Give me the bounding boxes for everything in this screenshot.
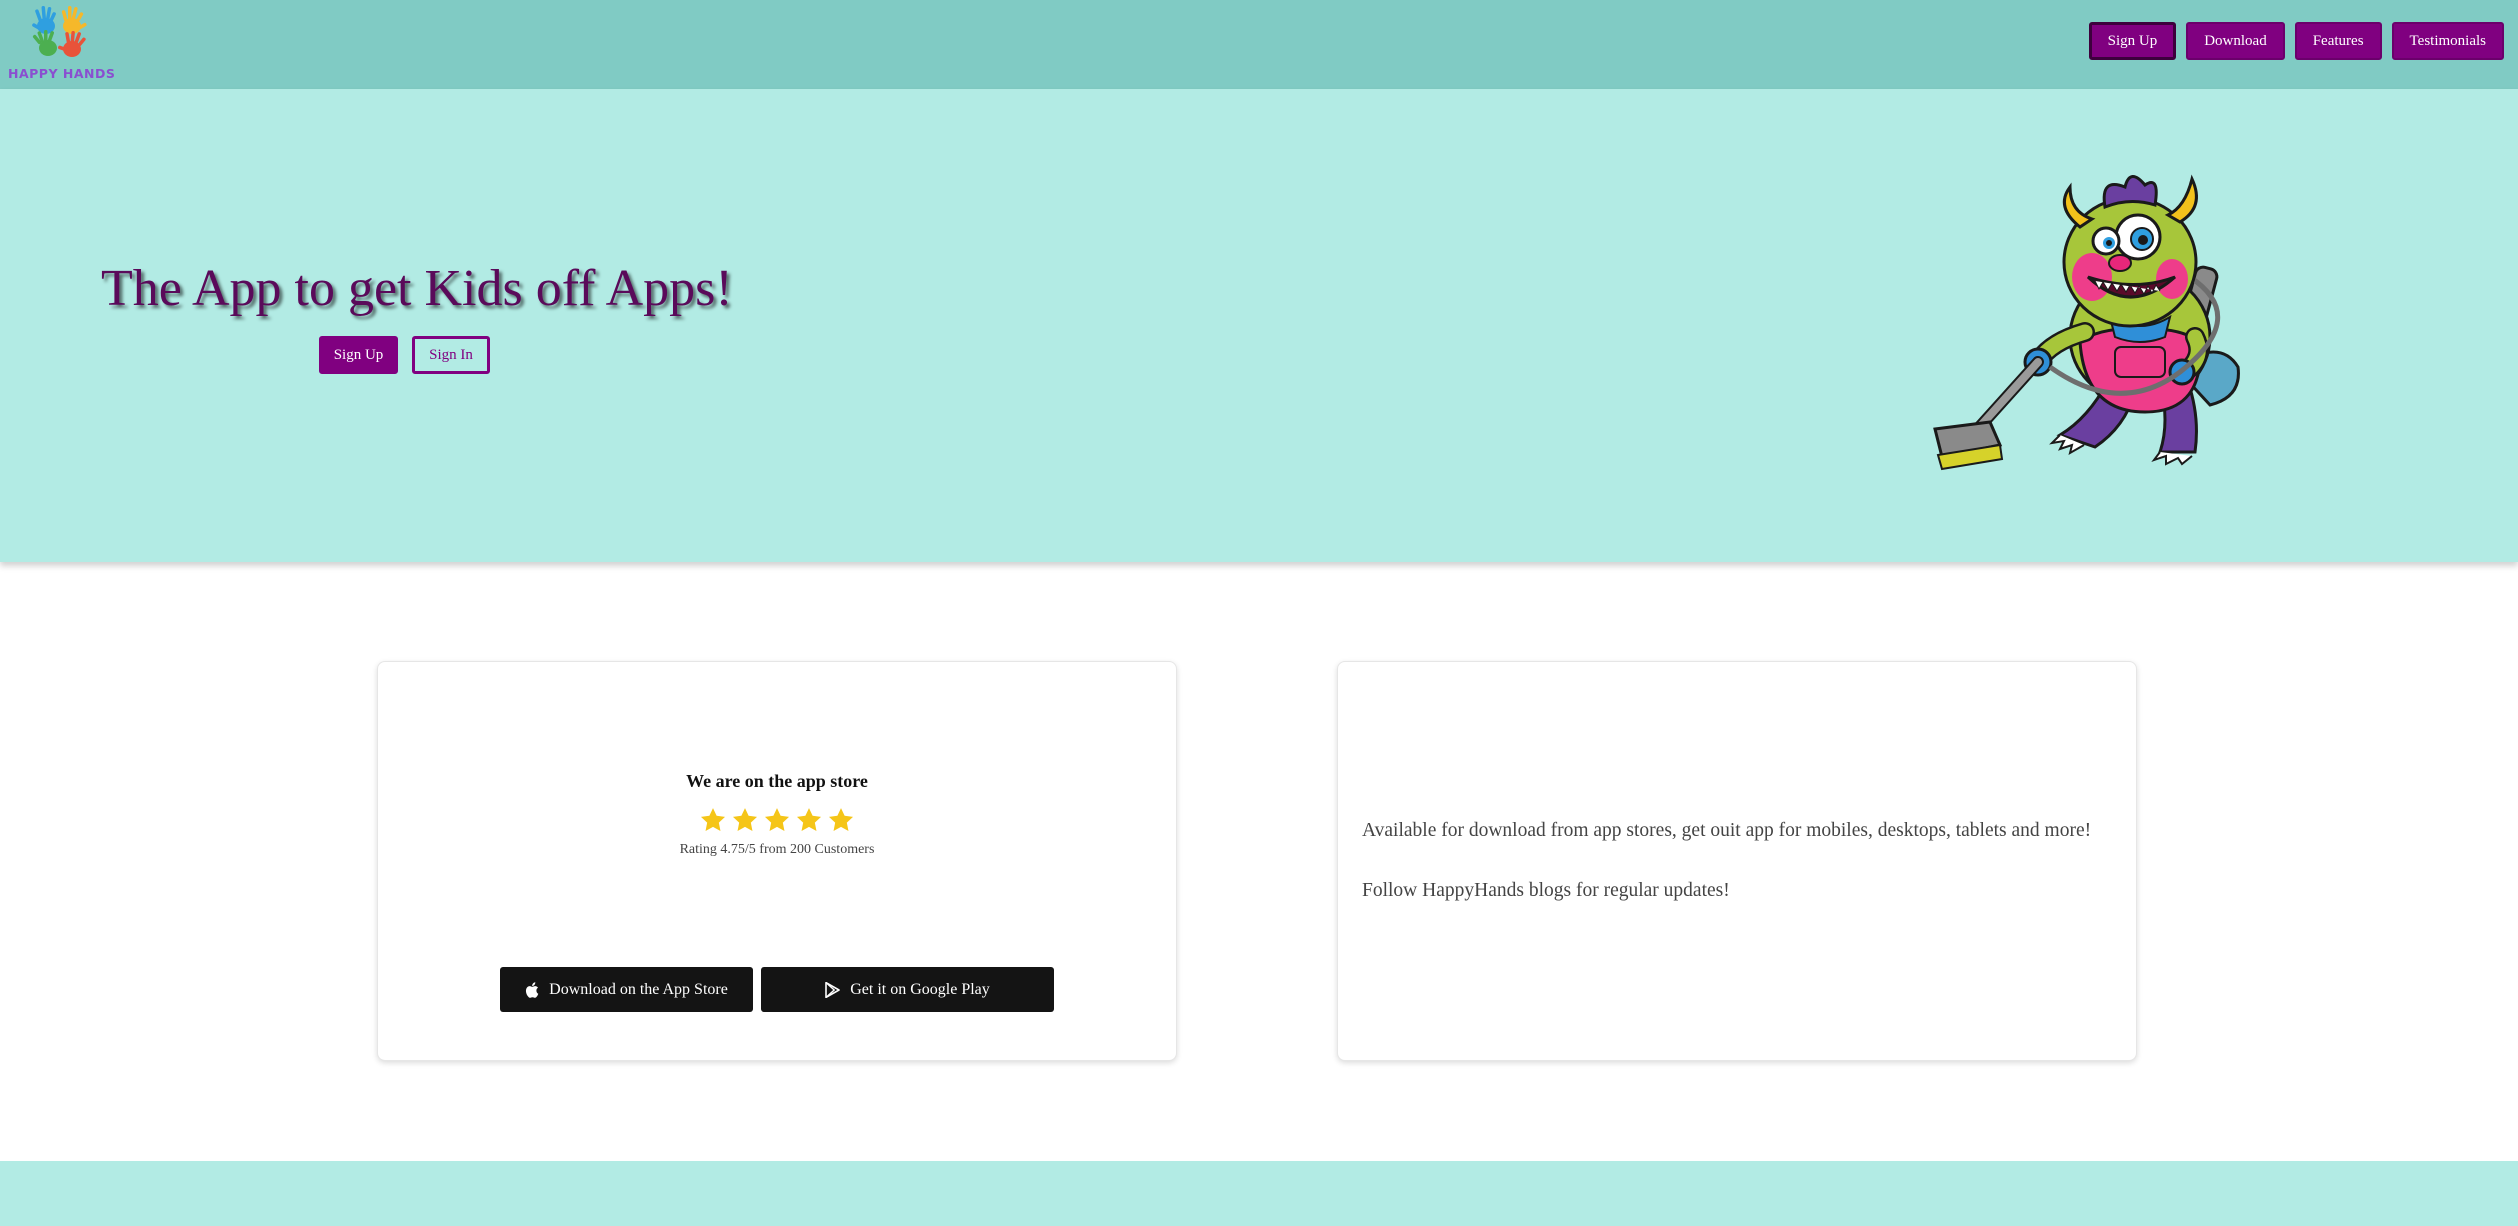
- nav-sign-up-button[interactable]: Sign Up: [2088, 22, 2177, 60]
- monster-mascot-illustration: [1933, 174, 2240, 471]
- rating-text: Rating 4.75/5 from 200 Customers: [679, 842, 875, 857]
- google-play-button-label: Get it on Google Play: [850, 980, 990, 998]
- google-play-icon: [825, 981, 841, 998]
- hero-actions: Sign Up Sign In: [319, 336, 490, 374]
- star-icon: [828, 808, 854, 831]
- main-nav: Sign Up Download Features Testimonials: [2088, 22, 2504, 60]
- star-icon: [732, 808, 758, 831]
- rating-stars: [378, 806, 1176, 834]
- top-navigation-bar: HAPPY HANDS Sign Up Download Features Te…: [0, 0, 2518, 89]
- info-card: Available for download from app stores, …: [1337, 661, 2137, 1061]
- footer-section: [0, 1161, 2518, 1226]
- hero-title: The App to get Kids off Apps!: [101, 260, 733, 317]
- star-icon: [796, 808, 822, 831]
- star-icon: [764, 808, 790, 831]
- star-icon: [700, 808, 726, 831]
- blog-follow-text: Follow HappyHands blogs for regular upda…: [1362, 880, 1730, 901]
- app-store-card: We are on the app store Rating 4.75/5 fr…: [377, 661, 1177, 1061]
- hero-section: The App to get Kids off Apps! Sign Up Si…: [0, 89, 2518, 562]
- hero-sign-up-button[interactable]: Sign Up: [319, 336, 398, 374]
- nav-features-button[interactable]: Features: [2294, 22, 2382, 60]
- app-store-button[interactable]: Download on the App Store: [500, 967, 753, 1012]
- app-store-heading: We are on the app store: [686, 771, 868, 791]
- store-buttons: Download on the App Store Get it on Goog…: [500, 967, 1054, 1012]
- brand-logo[interactable]: HAPPY HANDS: [8, 4, 116, 82]
- google-play-button[interactable]: Get it on Google Play: [761, 967, 1054, 1012]
- availability-text: Available for download from app stores, …: [1362, 820, 2092, 841]
- app-store-button-label: Download on the App Store: [549, 980, 728, 998]
- hands-logo-icon: [32, 6, 87, 57]
- apple-icon: [526, 981, 539, 998]
- hero-sign-in-button[interactable]: Sign In: [412, 336, 490, 374]
- nav-testimonials-button[interactable]: Testimonials: [2391, 22, 2504, 60]
- nav-download-button[interactable]: Download: [2186, 22, 2285, 60]
- brand-name: HAPPY HANDS: [8, 66, 116, 81]
